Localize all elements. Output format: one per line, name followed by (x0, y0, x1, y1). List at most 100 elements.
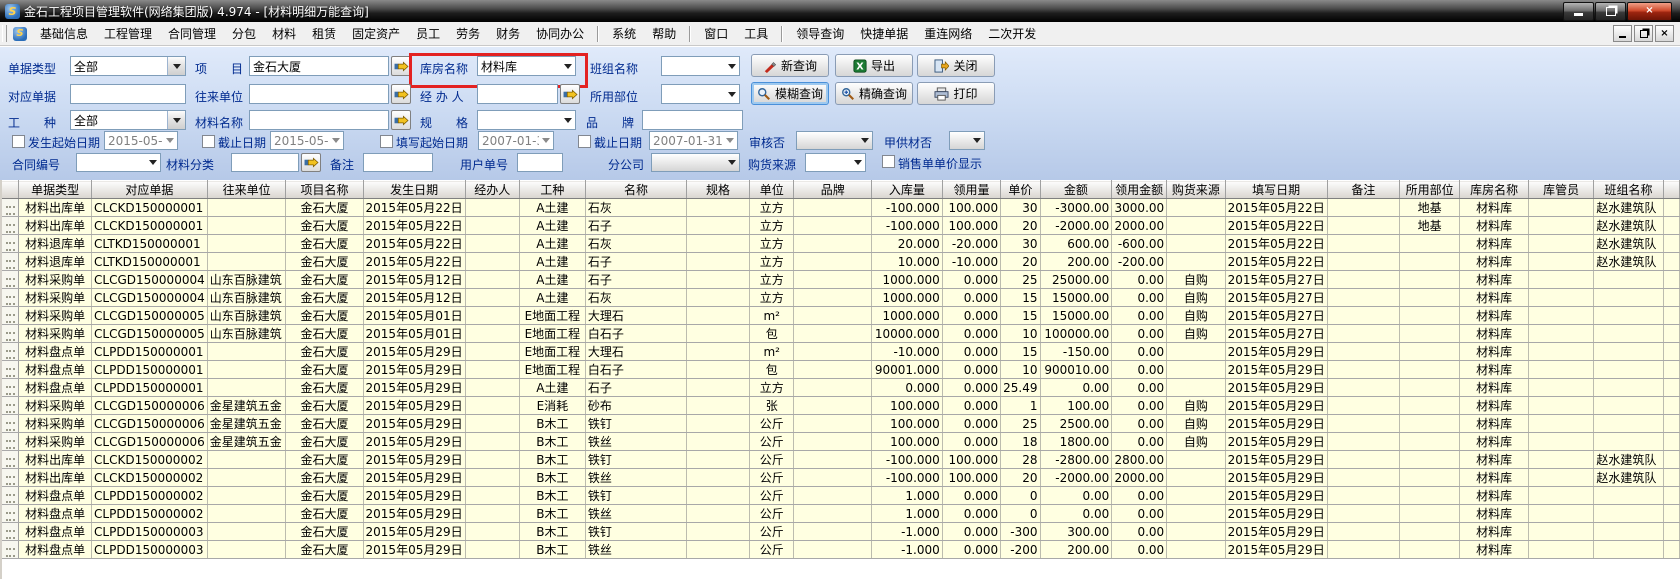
cell-remark[interactable] (1327, 235, 1399, 253)
cell-used_part[interactable] (1400, 469, 1460, 487)
fill-start-date-picker[interactable]: 2007-01-31 (478, 131, 554, 150)
cell-warehouse[interactable]: 材料库 (1460, 379, 1529, 397)
cell-warehouse[interactable]: 材料库 (1460, 361, 1529, 379)
cell-doc_no[interactable]: CLTKD150000001 (92, 253, 208, 271)
cell-doc_type[interactable]: 材料盘点单 (19, 361, 92, 379)
cell-team[interactable] (1594, 487, 1663, 505)
chevron-down-icon[interactable] (723, 138, 737, 143)
cell-unit_price[interactable]: 18 (1001, 433, 1040, 451)
cell-requisition_qty[interactable]: 0.000 (942, 307, 1000, 325)
cell-name[interactable]: 石子 (585, 253, 686, 271)
menu-item[interactable]: 窗口 (696, 24, 736, 44)
cell-extra[interactable] (1663, 397, 1679, 415)
cell-handler[interactable] (465, 289, 519, 307)
cell-doc_type[interactable]: 材料采购单 (19, 307, 92, 325)
row-selector[interactable] (2, 361, 19, 379)
cell-counterparty[interactable] (207, 541, 286, 559)
cell-in_qty[interactable]: 10000.000 (871, 325, 942, 343)
cell-warehouse[interactable]: 材料库 (1460, 505, 1529, 523)
cell-project[interactable]: 金石大厦 (286, 361, 363, 379)
menu-item[interactable]: 重连网络 (916, 24, 980, 44)
cell-name[interactable]: 石灰 (585, 199, 686, 217)
cell-spec[interactable] (687, 505, 750, 523)
cell-work_type[interactable]: E地面工程 (519, 307, 585, 325)
cell-warehouse[interactable]: 材料库 (1460, 289, 1529, 307)
cell-name[interactable]: 铁钉 (585, 523, 686, 541)
cell-brand[interactable] (794, 469, 871, 487)
menu-item[interactable]: 协同办公 (528, 24, 592, 44)
start-date-picker[interactable]: 2015-05-29 (104, 131, 178, 150)
cell-warehouse[interactable]: 材料库 (1460, 325, 1529, 343)
cell-fill_date[interactable]: 2015年05月22日 (1225, 235, 1327, 253)
column-header-name[interactable]: 名称 (585, 181, 686, 199)
cell-team[interactable] (1594, 379, 1663, 397)
cell-unit_price[interactable]: 15 (1001, 307, 1040, 325)
cell-requisition_amount[interactable]: 0.00 (1112, 343, 1167, 361)
cell-storekeeper[interactable] (1528, 523, 1593, 541)
row-selector[interactable] (2, 271, 19, 289)
cell-spec[interactable] (687, 487, 750, 505)
cell-counterparty[interactable] (207, 505, 286, 523)
column-header-doc_type[interactable]: 单据类型 (19, 181, 92, 199)
cell-storekeeper[interactable] (1528, 505, 1593, 523)
table-row[interactable]: 材料盘点单CLPDD150000002金石大厦2015年05月29日B木工铁钉公… (2, 487, 1680, 505)
menu-item[interactable]: 固定资产 (344, 24, 408, 44)
column-header-used_part[interactable]: 所用部位 (1400, 181, 1460, 199)
cell-warehouse[interactable]: 材料库 (1460, 415, 1529, 433)
cell-amount[interactable]: 0.00 (1040, 379, 1112, 397)
cell-warehouse[interactable]: 材料库 (1460, 523, 1529, 541)
cell-team[interactable] (1594, 523, 1663, 541)
cell-remark[interactable] (1327, 307, 1399, 325)
cell-warehouse[interactable]: 材料库 (1460, 271, 1529, 289)
cell-purchase_source[interactable] (1167, 361, 1225, 379)
cell-purchase_source[interactable] (1167, 235, 1225, 253)
cell-fill_date[interactable]: 2015年05月27日 (1225, 325, 1327, 343)
cell-storekeeper[interactable] (1528, 469, 1593, 487)
cell-extra[interactable] (1663, 289, 1679, 307)
cell-purchase_source[interactable] (1167, 487, 1225, 505)
cell-team[interactable] (1594, 289, 1663, 307)
cell-unit[interactable]: 公斤 (749, 433, 793, 451)
new-query-button[interactable]: 新查询 (751, 54, 829, 77)
cell-team[interactable] (1594, 397, 1663, 415)
cell-doc_type[interactable]: 材料采购单 (19, 415, 92, 433)
cell-occur_date[interactable]: 2015年05月29日 (363, 343, 465, 361)
cell-fill_date[interactable]: 2015年05月29日 (1225, 397, 1327, 415)
cell-team[interactable] (1594, 325, 1663, 343)
work-type-combo[interactable]: 全部 (70, 110, 186, 130)
cell-unit_price[interactable]: -200 (1001, 541, 1040, 559)
column-header-brand[interactable]: 品牌 (794, 181, 871, 199)
cell-unit_price[interactable]: 15 (1001, 343, 1040, 361)
cell-requisition_qty[interactable]: 0.000 (942, 325, 1000, 343)
brand-input[interactable] (642, 110, 743, 130)
cell-amount[interactable]: 200.00 (1040, 541, 1112, 559)
cell-name[interactable]: 石灰 (585, 289, 686, 307)
menu-item[interactable]: 二次开发 (980, 24, 1044, 44)
team-combo[interactable] (661, 56, 740, 76)
cell-warehouse[interactable]: 材料库 (1460, 307, 1529, 325)
cell-extra[interactable] (1663, 253, 1679, 271)
cell-storekeeper[interactable] (1528, 361, 1593, 379)
cell-warehouse[interactable]: 材料库 (1460, 217, 1529, 235)
cell-name[interactable]: 白石子 (585, 361, 686, 379)
ref-doc-input[interactable] (70, 84, 186, 104)
cell-remark[interactable] (1327, 253, 1399, 271)
menu-item[interactable]: 劳务 (448, 24, 488, 44)
cell-doc_no[interactable]: CLTKD150000001 (92, 235, 208, 253)
cell-requisition_amount[interactable]: 2800.00 (1112, 451, 1167, 469)
cell-doc_no[interactable]: CLCGD150000004 (92, 271, 208, 289)
cell-unit_price[interactable]: -300 (1001, 523, 1040, 541)
cell-extra[interactable] (1663, 235, 1679, 253)
cell-remark[interactable] (1327, 505, 1399, 523)
menu-item[interactable]: 员工 (408, 24, 448, 44)
cell-extra[interactable] (1663, 433, 1679, 451)
cell-amount[interactable]: -2000.00 (1040, 469, 1112, 487)
chevron-down-icon[interactable] (725, 160, 739, 165)
cell-doc_no[interactable]: CLCGD150000006 (92, 433, 208, 451)
row-selector[interactable] (2, 487, 19, 505)
cell-requisition_amount[interactable]: 0.00 (1112, 289, 1167, 307)
project-input[interactable] (249, 56, 389, 76)
cell-in_qty[interactable]: 1.000 (871, 505, 942, 523)
print-button[interactable]: 打印 (917, 82, 995, 105)
cell-name[interactable]: 石灰 (585, 235, 686, 253)
